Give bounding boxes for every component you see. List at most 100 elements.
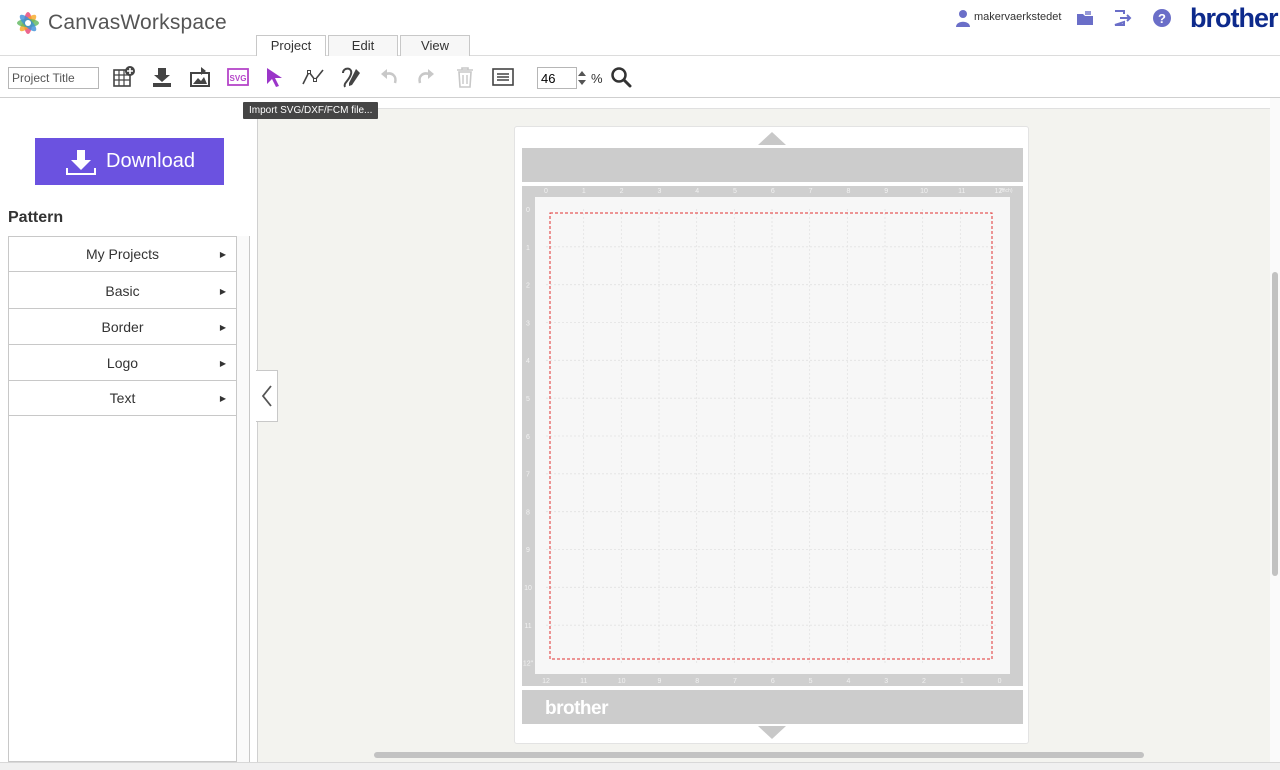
pattern-item-my-projects[interactable]: My Projects ▶ bbox=[9, 237, 236, 272]
zoom-unit: % bbox=[591, 71, 603, 86]
mat-top-ruler-number: 1 bbox=[582, 188, 586, 195]
status-bar bbox=[0, 762, 1280, 770]
mat-top-ruler-number: 5 bbox=[733, 188, 737, 195]
new-project-icon[interactable] bbox=[111, 64, 137, 90]
zoom-input[interactable] bbox=[537, 67, 577, 89]
chevron-right-icon: ▶ bbox=[219, 323, 226, 332]
tab-edit[interactable]: Edit bbox=[328, 35, 398, 57]
tooltip: Import SVG/DXF/FCM file... bbox=[243, 102, 379, 119]
mat-side-ruler-number: 1 bbox=[526, 245, 530, 252]
help-icon[interactable]: ? bbox=[1152, 8, 1172, 28]
pattern-item-label: Basic bbox=[105, 283, 140, 299]
mat-top-ruler-number: 0 bbox=[544, 188, 548, 195]
vertical-scroll-thumb[interactable] bbox=[1272, 272, 1278, 576]
properties-icon[interactable] bbox=[490, 64, 516, 90]
horizontal-scroll-thumb[interactable] bbox=[374, 752, 1144, 758]
app-title: CanvasWorkspace bbox=[48, 11, 227, 34]
mat-side-ruler-number: 9 bbox=[526, 547, 530, 554]
pattern-scrollbar[interactable] bbox=[236, 236, 250, 762]
mat-side-ruler-number: 12" bbox=[523, 661, 534, 668]
download-label: Download bbox=[106, 150, 195, 172]
toolbar: SVG bbox=[0, 56, 1280, 98]
mat-bottom-ruler-number: 8 bbox=[695, 678, 699, 685]
mat-bottom-ruler-number: 5 bbox=[809, 678, 813, 685]
mat-bottom-ruler-number: 6 bbox=[771, 678, 775, 685]
edit-points-icon[interactable] bbox=[300, 64, 326, 90]
pattern-item-logo[interactable]: Logo ▶ bbox=[9, 346, 236, 381]
pattern-item-border[interactable]: Border ▶ bbox=[9, 310, 236, 345]
mat-top-ruler-number: 8 bbox=[846, 188, 850, 195]
mat-unit-label: (inch) bbox=[1000, 188, 1013, 194]
folder-icon[interactable] bbox=[1075, 8, 1095, 28]
mat-bottom-ruler-number: 0 bbox=[998, 678, 1002, 685]
pattern-item-text[interactable]: Text ▶ bbox=[9, 381, 236, 416]
username[interactable]: makervaerkstedet bbox=[974, 11, 1061, 23]
pattern-item-label: Text bbox=[109, 390, 136, 406]
chevron-right-icon: ▶ bbox=[219, 250, 226, 259]
collapse-sidebar-button[interactable] bbox=[256, 370, 278, 422]
scroll-up-icon bbox=[758, 132, 786, 145]
mat-bottom-ruler-number: 2 bbox=[922, 678, 926, 685]
chevron-right-icon: ▶ bbox=[219, 287, 226, 296]
mat-side-ruler-number: 10 bbox=[524, 585, 532, 592]
tab-view[interactable]: View bbox=[400, 35, 470, 57]
cutting-mat[interactable]: 0 1 2 3 4 5 6 7 8 9 10 11 12" 0123456789101112" 12 11… bbox=[515, 127, 1030, 745]
undo-icon[interactable] bbox=[376, 64, 402, 90]
select-arrow-icon[interactable] bbox=[262, 64, 288, 90]
sidebar: Download Pattern My Projects ▶ Basic ▶ B… bbox=[0, 98, 256, 770]
mat-top-bar bbox=[522, 148, 1023, 182]
mat-top-ruler-number: 6 bbox=[771, 188, 775, 195]
user-icon[interactable] bbox=[955, 9, 971, 27]
mat-bottom-ruler-number: 9 bbox=[657, 678, 661, 685]
zoom-icon[interactable] bbox=[608, 64, 634, 90]
pattern-item-basic[interactable]: Basic ▶ bbox=[9, 274, 236, 309]
mat-top-ruler-number: 11 bbox=[958, 188, 965, 195]
scroll-down-icon bbox=[758, 726, 786, 739]
mat-side-ruler-number: 11 bbox=[524, 623, 531, 630]
mat-side-ruler-number: 3 bbox=[526, 320, 530, 327]
mat-top-ruler-number: 7 bbox=[809, 188, 813, 195]
mat-bottom-ruler-number: 1 bbox=[960, 678, 964, 685]
canvasworkspace-logo-icon bbox=[17, 12, 39, 34]
download-icon bbox=[66, 149, 97, 175]
chevron-right-icon: ▶ bbox=[219, 394, 226, 403]
app-header: CanvasWorkspace Project Edit View makerv… bbox=[0, 0, 1280, 57]
delete-icon[interactable] bbox=[452, 64, 478, 90]
zoom-stepper[interactable] bbox=[575, 67, 589, 89]
mat-side-ruler-number: 5 bbox=[526, 396, 530, 403]
cutting-mat-card: 0 1 2 3 4 5 6 7 8 9 10 11 12" 0 1 2 3 4 5 6 7 8 9 10 11 12" 12 11… bbox=[514, 126, 1029, 744]
mat-top-ruler-number: 3 bbox=[657, 188, 661, 195]
project-title-input[interactable] bbox=[8, 67, 99, 89]
mat-side-ruler-number: 6 bbox=[526, 434, 530, 441]
draw-icon[interactable] bbox=[338, 64, 364, 90]
redo-icon[interactable] bbox=[413, 64, 439, 90]
mat-side-ruler-number: 7 bbox=[526, 472, 530, 479]
mat-bottom-ruler-number: 11 bbox=[580, 678, 587, 685]
mat-side-ruler-number: 4 bbox=[526, 358, 530, 365]
mat-top-ruler-number: 4 bbox=[695, 188, 699, 195]
mat-bottom-ruler-number: 3 bbox=[884, 678, 888, 685]
mat-top-ruler-number: 2 bbox=[620, 188, 624, 195]
pattern-item-label: My Projects bbox=[85, 246, 160, 262]
mat-bottom-ruler-number: 12 bbox=[542, 678, 550, 685]
logout-icon[interactable] bbox=[1112, 8, 1132, 28]
mat-side-ruler-number: 2 bbox=[526, 283, 530, 290]
import-icon[interactable] bbox=[149, 64, 175, 90]
import-svg-icon[interactable]: SVG bbox=[225, 64, 251, 90]
download-button[interactable]: Download bbox=[35, 138, 224, 185]
svg-text:?: ? bbox=[1158, 11, 1166, 26]
pattern-item-label: Border bbox=[101, 319, 144, 335]
mat-side-ruler-number: 8 bbox=[526, 509, 530, 516]
chevron-left-icon bbox=[261, 385, 272, 407]
chevron-right-icon: ▶ bbox=[219, 359, 226, 368]
svg-text:SVG: SVG bbox=[230, 74, 247, 83]
import-image-icon[interactable] bbox=[187, 64, 213, 90]
mat-brand-logo: brother bbox=[545, 698, 609, 719]
mat-bottom-ruler-number: 10 bbox=[618, 678, 626, 685]
mat-top-ruler-number: 10 bbox=[920, 188, 928, 195]
mat-top-ruler-number: 9 bbox=[884, 188, 888, 195]
mat-bottom-ruler-number: 7 bbox=[733, 678, 737, 685]
mat-bottom-ruler-number: 4 bbox=[846, 678, 850, 685]
tab-project[interactable]: Project bbox=[256, 35, 326, 57]
mat-side-ruler-number: 0 bbox=[526, 207, 530, 214]
